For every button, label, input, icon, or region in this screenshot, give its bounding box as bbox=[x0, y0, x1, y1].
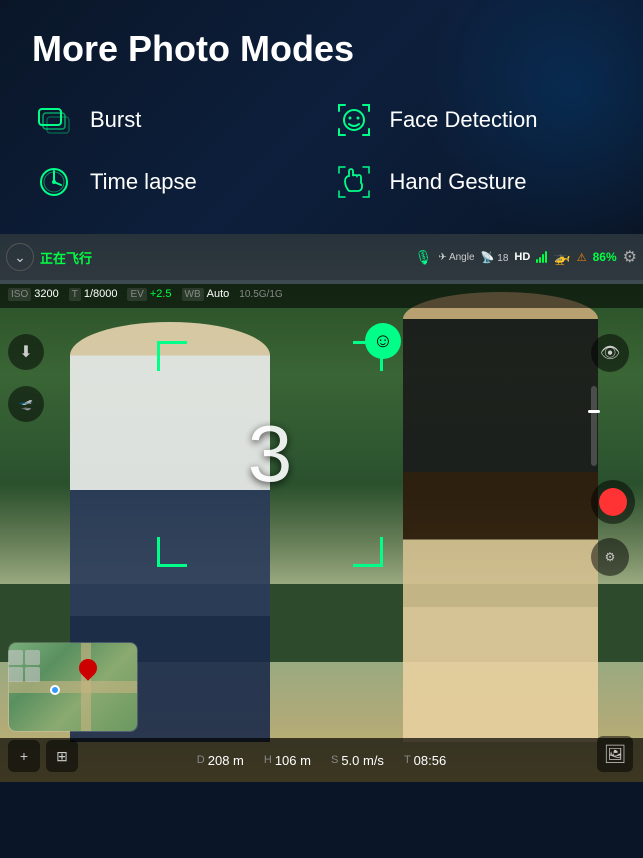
network-param: 10.5G/1G bbox=[239, 289, 282, 300]
page-title: More Photo Modes bbox=[32, 28, 611, 70]
quality-indicator: HD bbox=[514, 251, 530, 263]
corner-bl bbox=[157, 537, 187, 567]
angle-label: ✈ Angle bbox=[438, 252, 474, 263]
ev-param: EV +2.5 bbox=[127, 288, 171, 301]
height-label: H bbox=[264, 754, 272, 766]
time-lapse-icon bbox=[32, 160, 76, 204]
zoom-in-icon[interactable]: + bbox=[8, 740, 40, 772]
mic-icon[interactable]: 🎙 bbox=[415, 249, 433, 266]
map-expand-icon[interactable]: ⊞ bbox=[46, 740, 78, 772]
camera-switch-button[interactable]: 👁 bbox=[591, 334, 629, 372]
download-button[interactable]: ⬇ bbox=[8, 334, 44, 370]
record-dot bbox=[599, 488, 627, 516]
face-detection-label: Face Detection bbox=[390, 107, 538, 133]
woman-figure bbox=[403, 292, 598, 742]
map-road-horizontal bbox=[9, 681, 137, 693]
distance-value: 208 m bbox=[208, 753, 244, 768]
face-detection-icon bbox=[332, 98, 376, 142]
corner-tl bbox=[157, 341, 187, 371]
hud-second-bar: ISO 3200 T 1/8000 EV +2.5 WB Auto 10.5G/… bbox=[0, 280, 643, 308]
map-marker bbox=[76, 655, 101, 680]
zoom-indicator bbox=[588, 410, 600, 413]
hand-gesture-icon bbox=[332, 160, 376, 204]
hud-bottom-bar: D 208 m H 106 m S 5.0 m/s T 08:56 bbox=[0, 738, 643, 782]
speed-value: 5.0 m/s bbox=[341, 753, 384, 768]
hand-gesture-label: Hand Gesture bbox=[390, 169, 527, 195]
iso-param: ISO 3200 bbox=[8, 288, 59, 301]
face-detection-box: ☺ 3 bbox=[155, 339, 385, 569]
burst-label: Burst bbox=[90, 107, 141, 133]
flying-status: 正在飞行 bbox=[40, 248, 92, 267]
photo-mode-button[interactable]: ⚙ bbox=[591, 538, 629, 576]
burst-icon bbox=[32, 98, 76, 142]
time-value: 08:56 bbox=[414, 753, 447, 768]
time-label: T bbox=[404, 754, 411, 766]
settings-icon[interactable]: ⚙ bbox=[623, 247, 637, 267]
shutter-param: T 1/8000 bbox=[69, 288, 118, 301]
mode-burst[interactable]: Burst bbox=[32, 98, 312, 142]
gallery-button[interactable]: 🖼 bbox=[597, 736, 633, 772]
bottom-left-icons: + ⊞ bbox=[8, 740, 78, 772]
left-controls: ⬇ 🛫 bbox=[8, 334, 44, 422]
chevron-down-icon[interactable]: ⌄ bbox=[6, 243, 34, 271]
smiley-icon: ☺ bbox=[365, 323, 401, 359]
mode-face-detection[interactable]: Face Detection bbox=[332, 98, 612, 142]
takeoff-button[interactable]: 🛫 bbox=[8, 386, 44, 422]
right-controls: 👁 ⚙ bbox=[591, 334, 635, 576]
time-stat: T 08:56 bbox=[404, 753, 446, 768]
distance-stat: D 208 m bbox=[197, 753, 244, 768]
hud-top-bar: ⌄ 正在飞行 🎙 ✈ Angle 📡 18 HD 🚁 ⚠ 86% ⚙ bbox=[0, 234, 643, 280]
camera-view: ⌄ 正在飞行 🎙 ✈ Angle 📡 18 HD 🚁 ⚠ 86% ⚙ I bbox=[0, 234, 643, 782]
modes-grid: Burst Face Detection bbox=[32, 98, 611, 204]
signal-bars bbox=[536, 251, 547, 263]
speed-label: S bbox=[331, 754, 338, 766]
battery-percent: 86% bbox=[593, 250, 617, 264]
height-stat: H 106 m bbox=[264, 753, 311, 768]
mode-hand-gesture[interactable]: Hand Gesture bbox=[332, 160, 612, 204]
top-section: More Photo Modes Burst bbox=[0, 0, 643, 234]
map-road-vertical bbox=[81, 643, 91, 731]
map-location-dot bbox=[50, 685, 60, 695]
grid-view-icon[interactable] bbox=[8, 650, 40, 682]
satellite-icon: 📡 18 bbox=[481, 251, 509, 264]
zoom-bar[interactable] bbox=[591, 386, 597, 466]
warning-icon: ⚠ bbox=[577, 251, 587, 264]
speed-stat: S 5.0 m/s bbox=[331, 753, 384, 768]
time-lapse-label: Time lapse bbox=[90, 169, 197, 195]
record-button[interactable] bbox=[591, 480, 635, 524]
mode-time-lapse[interactable]: Time lapse bbox=[32, 160, 312, 204]
drone-icon: 🚁 bbox=[553, 249, 570, 266]
height-value: 106 m bbox=[275, 753, 311, 768]
distance-label: D bbox=[197, 754, 205, 766]
corner-br bbox=[353, 537, 383, 567]
wb-param: WB Auto bbox=[182, 288, 230, 301]
countdown-number: 3 bbox=[248, 408, 293, 500]
